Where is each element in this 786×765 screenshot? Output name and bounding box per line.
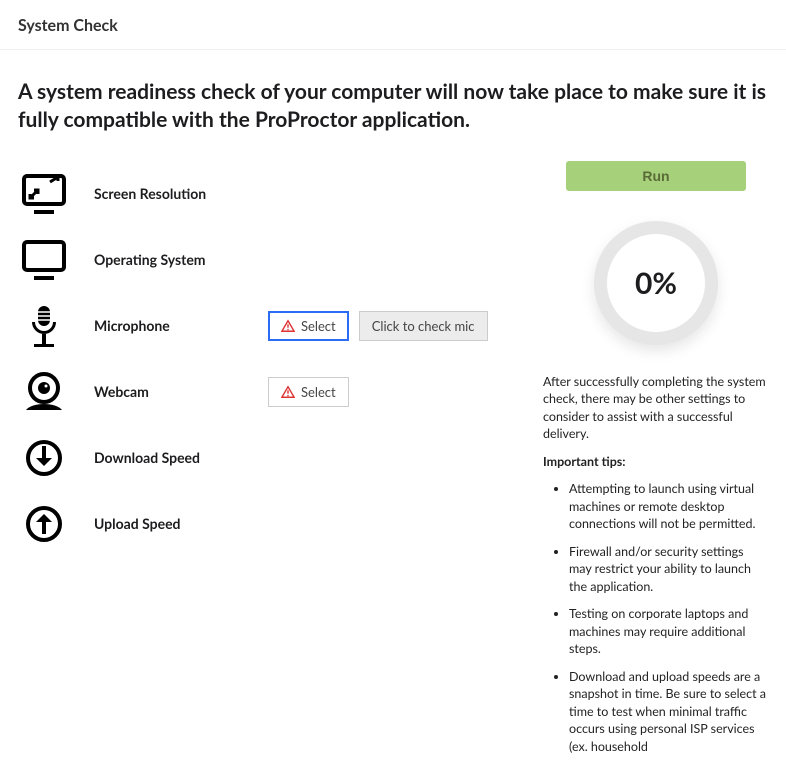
download-icon bbox=[18, 434, 70, 482]
warning-icon bbox=[281, 385, 295, 399]
select-label: Select bbox=[301, 384, 336, 400]
check-label: Download Speed bbox=[94, 449, 244, 466]
check-label: Webcam bbox=[94, 383, 244, 400]
intro-text: A system readiness check of your compute… bbox=[18, 78, 768, 135]
info-panel: After successfully completing the system… bbox=[543, 373, 769, 765]
webcam-controls: Select bbox=[268, 377, 349, 407]
checks-list: Screen Resolution Operating System bbox=[18, 161, 544, 557]
run-label: Run bbox=[642, 168, 669, 184]
monitor-icon bbox=[18, 236, 70, 284]
select-label: Select bbox=[301, 318, 336, 334]
tip-item: Firewall and/or security settings may re… bbox=[569, 543, 769, 596]
check-row-operating-system: Operating System bbox=[18, 227, 544, 293]
tips-heading: Important tips: bbox=[543, 454, 626, 469]
tip-item: Attempting to launch using virtual machi… bbox=[569, 480, 769, 533]
run-button[interactable]: Run bbox=[566, 161, 746, 191]
warning-icon bbox=[281, 319, 295, 333]
microphone-icon bbox=[18, 302, 70, 350]
info-paragraph: After successfully completing the system… bbox=[543, 373, 769, 443]
page-title: System Check bbox=[18, 16, 118, 35]
tips-list: Attempting to launch using virtual machi… bbox=[543, 480, 769, 755]
check-label: Operating System bbox=[94, 251, 244, 268]
check-row-upload-speed: Upload Speed bbox=[18, 491, 544, 557]
upload-icon bbox=[18, 500, 70, 548]
page-body: A system readiness check of your compute… bbox=[0, 50, 786, 642]
monitor-resolution-icon bbox=[18, 170, 70, 218]
check-row-microphone: Microphone Select Click to check mic bbox=[18, 293, 544, 359]
check-label: Upload Speed bbox=[94, 515, 244, 532]
right-panel: Run 0% After successfully completing the… bbox=[544, 161, 768, 765]
check-mic-button[interactable]: Click to check mic bbox=[359, 311, 488, 341]
tip-item: Download and upload speeds are a snapsho… bbox=[569, 668, 769, 756]
check-label: Microphone bbox=[94, 317, 244, 334]
select-webcam-button[interactable]: Select bbox=[268, 377, 349, 407]
page-header: System Check bbox=[0, 0, 786, 50]
webcam-icon bbox=[18, 368, 70, 416]
microphone-controls: Select Click to check mic bbox=[268, 311, 488, 341]
check-label: Screen Resolution bbox=[94, 185, 244, 202]
tip-item: Testing on corporate laptops and machine… bbox=[569, 605, 769, 658]
content-columns: Screen Resolution Operating System bbox=[18, 161, 768, 765]
check-row-download-speed: Download Speed bbox=[18, 425, 544, 491]
check-mic-label: Click to check mic bbox=[372, 318, 475, 334]
check-row-webcam: Webcam Select bbox=[18, 359, 544, 425]
select-microphone-button[interactable]: Select bbox=[268, 311, 349, 341]
progress-gauge: 0% bbox=[594, 221, 718, 345]
progress-value: 0% bbox=[635, 265, 677, 301]
check-row-screen-resolution: Screen Resolution bbox=[18, 161, 544, 227]
